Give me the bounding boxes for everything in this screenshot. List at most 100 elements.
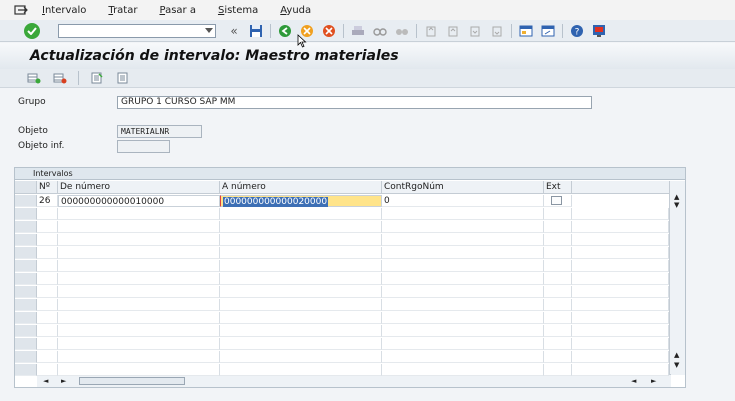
empty-cell[interactable] <box>544 338 572 350</box>
empty-cell[interactable] <box>58 351 220 363</box>
empty-cell[interactable] <box>58 325 220 337</box>
empty-cell[interactable] <box>37 364 58 376</box>
empty-cell[interactable] <box>382 221 544 233</box>
first-page-icon[interactable] <box>423 23 439 39</box>
empty-cell[interactable] <box>572 273 669 285</box>
find-icon[interactable] <box>372 23 388 39</box>
empty-cell[interactable] <box>220 273 382 285</box>
empty-cell[interactable] <box>544 221 572 233</box>
empty-cell[interactable] <box>572 351 669 363</box>
row-selector[interactable] <box>15 234 37 246</box>
empty-cell[interactable] <box>37 286 58 298</box>
empty-cell[interactable] <box>382 260 544 272</box>
row-selector[interactable] <box>15 299 37 311</box>
empty-cell[interactable] <box>220 260 382 272</box>
empty-cell[interactable] <box>37 260 58 272</box>
empty-cell[interactable] <box>572 364 669 376</box>
row-selector[interactable] <box>15 247 37 259</box>
col-header-no[interactable]: Nº <box>37 181 58 194</box>
empty-cell[interactable] <box>37 234 58 246</box>
empty-cell[interactable] <box>382 364 544 376</box>
command-field[interactable] <box>58 23 216 38</box>
empty-cell[interactable] <box>572 260 669 272</box>
empty-cell[interactable] <box>544 208 572 220</box>
empty-cell[interactable] <box>544 273 572 285</box>
empty-cell[interactable] <box>572 247 669 259</box>
empty-cell[interactable] <box>220 364 382 376</box>
empty-cell[interactable] <box>220 247 382 259</box>
empty-cell[interactable] <box>382 325 544 337</box>
scroll-left-arrow-icon[interactable]: ◄ <box>43 377 48 385</box>
next-page-icon[interactable] <box>467 23 483 39</box>
row-selector[interactable] <box>15 364 37 376</box>
empty-cell[interactable] <box>572 208 669 220</box>
empty-cell[interactable] <box>544 247 572 259</box>
save-icon[interactable] <box>248 23 264 39</box>
scroll-down-arrow-icon[interactable]: ▼ <box>674 201 679 209</box>
empty-cell[interactable] <box>572 312 669 324</box>
row-selector[interactable] <box>15 260 37 272</box>
empty-cell[interactable] <box>37 221 58 233</box>
vertical-scrollbar[interactable]: ▲ ▼ ▲ ▼ <box>669 181 685 375</box>
empty-cell[interactable] <box>37 247 58 259</box>
shortcut-icon[interactable] <box>540 23 556 39</box>
customize-layout-icon[interactable] <box>591 23 607 39</box>
empty-cell[interactable] <box>382 312 544 324</box>
empty-cell[interactable] <box>220 299 382 311</box>
row-selector[interactable] <box>15 208 37 220</box>
delete-interval-icon[interactable] <box>52 71 68 85</box>
system-menu-icon[interactable] <box>14 4 30 16</box>
empty-cell[interactable] <box>58 299 220 311</box>
scroll-thumb[interactable] <box>79 377 185 385</box>
row-selector[interactable] <box>15 221 37 233</box>
row-selector[interactable] <box>15 351 37 363</box>
empty-cell[interactable] <box>37 299 58 311</box>
empty-cell[interactable] <box>58 273 220 285</box>
empty-cell[interactable] <box>382 286 544 298</box>
scroll-right-arrow-icon[interactable]: ► <box>651 377 656 385</box>
empty-cell[interactable] <box>382 351 544 363</box>
empty-cell[interactable] <box>37 325 58 337</box>
create-session-icon[interactable] <box>518 23 534 39</box>
empty-cell[interactable] <box>58 234 220 246</box>
chevron-down-icon[interactable] <box>205 27 213 33</box>
empty-cell[interactable] <box>58 286 220 298</box>
empty-cell[interactable] <box>37 312 58 324</box>
empty-cell[interactable] <box>544 325 572 337</box>
empty-cell[interactable] <box>220 208 382 220</box>
empty-cell[interactable] <box>58 247 220 259</box>
empty-cell[interactable] <box>572 286 669 298</box>
scroll-right-arrow-icon[interactable]: ► <box>61 377 66 385</box>
empty-cell[interactable] <box>544 260 572 272</box>
back-green-icon[interactable] <box>277 23 293 39</box>
menu-sistema[interactable]: Sistema <box>218 5 258 16</box>
insert-interval-icon[interactable] <box>26 71 42 85</box>
empty-cell[interactable] <box>382 234 544 246</box>
empty-cell[interactable] <box>382 299 544 311</box>
previous-page-icon[interactable] <box>445 23 461 39</box>
scroll-up-arrow-icon[interactable]: ▲ <box>674 351 679 359</box>
col-header-ext[interactable]: Ext <box>544 181 572 194</box>
row-selector[interactable] <box>15 312 37 324</box>
cell-a-numero[interactable]: 000000000000020000 <box>220 195 382 207</box>
empty-cell[interactable] <box>544 286 572 298</box>
empty-cell[interactable] <box>58 208 220 220</box>
display-status-icon[interactable] <box>115 71 131 85</box>
row-selector[interactable] <box>15 338 37 350</box>
col-header-contrgonum[interactable]: ContRgoNúm <box>382 181 544 194</box>
empty-cell[interactable] <box>572 338 669 350</box>
empty-cell[interactable] <box>544 299 572 311</box>
empty-cell[interactable] <box>544 312 572 324</box>
empty-cell[interactable] <box>58 364 220 376</box>
empty-cell[interactable] <box>220 234 382 246</box>
change-status-icon[interactable] <box>89 71 105 85</box>
empty-cell[interactable] <box>37 338 58 350</box>
last-page-icon[interactable] <box>489 23 505 39</box>
empty-cell[interactable] <box>220 286 382 298</box>
empty-cell[interactable] <box>382 338 544 350</box>
empty-cell[interactable] <box>544 234 572 246</box>
menu-intervalo[interactable]: Intervalo <box>42 5 86 16</box>
print-icon[interactable] <box>350 23 366 39</box>
select-all-rows[interactable] <box>15 181 37 194</box>
empty-cell[interactable] <box>37 351 58 363</box>
